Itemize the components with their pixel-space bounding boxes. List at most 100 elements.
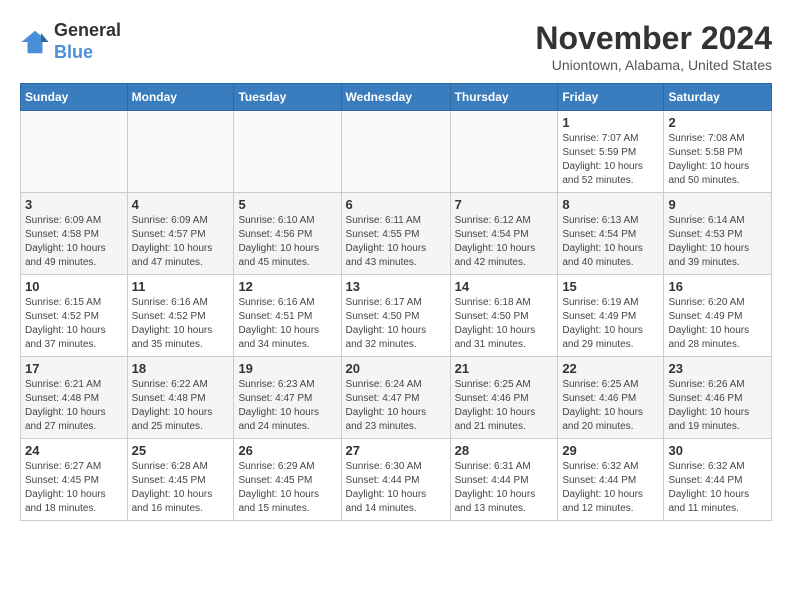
calendar-cell — [341, 111, 450, 193]
calendar-cell: 22Sunrise: 6:25 AM Sunset: 4:46 PM Dayli… — [558, 357, 664, 439]
calendar-header-saturday: Saturday — [664, 84, 772, 111]
day-number: 16 — [668, 279, 767, 294]
calendar-cell — [127, 111, 234, 193]
day-number: 8 — [562, 197, 659, 212]
calendar-cell: 2 Sunrise: 7:08 AM Sunset: 5:58 PM Daylig… — [664, 111, 772, 193]
calendar-header-thursday: Thursday — [450, 84, 558, 111]
day-number: 6 — [346, 197, 446, 212]
subtitle: Uniontown, Alabama, United States — [535, 57, 772, 73]
day-info: Sunrise: 6:16 AM Sunset: 4:52 PM Dayligh… — [132, 296, 230, 352]
logo-text: General Blue — [54, 20, 121, 63]
calendar: SundayMondayTuesdayWednesdayThursdayFrid… — [20, 83, 772, 521]
calendar-cell: 25 Sunrise: 6:28 AM Sunset: 4:45 PM Dayli… — [127, 439, 234, 521]
day-info: Sunrise: 7:07 AM Sunset: 5:59 PM Dayligh… — [562, 132, 659, 188]
calendar-cell — [450, 111, 558, 193]
day-number: 13 — [346, 279, 446, 294]
calendar-header-monday: Monday — [127, 84, 234, 111]
day-info: Sunrise: 6:16 AM Sunset: 4:51 PM Dayligh… — [238, 296, 336, 352]
day-number: 7 — [455, 197, 554, 212]
calendar-cell: 27 Sunrise: 6:30 AM Sunset: 4:44 PM Dayli… — [341, 439, 450, 521]
day-number: 18 — [132, 361, 230, 376]
calendar-cell: 19Sunrise: 6:23 AM Sunset: 4:47 PM Dayli… — [234, 357, 341, 439]
calendar-week-3: 10 Sunrise: 6:15 AM Sunset: 4:52 PM Dayli… — [21, 275, 772, 357]
day-info: Sunrise: 6:12 AM Sunset: 4:54 PM Dayligh… — [455, 214, 554, 270]
calendar-cell: 18 Sunrise: 6:22 AM Sunset: 4:48 PM Dayli… — [127, 357, 234, 439]
day-number: 3 — [25, 197, 123, 212]
day-info: Sunrise: 6:14 AM Sunset: 4:53 PM Dayligh… — [668, 214, 767, 270]
title-section: November 2024 Uniontown, Alabama, United… — [535, 20, 772, 73]
day-info: Sunrise: 6:15 AM Sunset: 4:52 PM Dayligh… — [25, 296, 123, 352]
day-number: 5 — [238, 197, 336, 212]
calendar-cell: 17Sunrise: 6:21 AM Sunset: 4:48 PM Dayli… — [21, 357, 128, 439]
calendar-header-wednesday: Wednesday — [341, 84, 450, 111]
day-number: 11 — [132, 279, 230, 294]
calendar-cell: 26 Sunrise: 6:29 AM Sunset: 4:45 PM Dayli… — [234, 439, 341, 521]
page-container: General Blue November 2024 Uniontown, Al… — [20, 20, 772, 521]
calendar-cell: 9 Sunrise: 6:14 AM Sunset: 4:53 PM Daylig… — [664, 193, 772, 275]
calendar-cell: 4Sunrise: 6:09 AM Sunset: 4:57 PM Daylig… — [127, 193, 234, 275]
calendar-header-sunday: Sunday — [21, 84, 128, 111]
main-title: November 2024 — [535, 20, 772, 57]
day-number: 10 — [25, 279, 123, 294]
day-number: 28 — [455, 443, 554, 458]
logo-icon — [20, 27, 50, 57]
calendar-cell: 13 Sunrise: 6:17 AM Sunset: 4:50 PM Dayli… — [341, 275, 450, 357]
calendar-cell: 14 Sunrise: 6:18 AM Sunset: 4:50 PM Dayli… — [450, 275, 558, 357]
day-number: 27 — [346, 443, 446, 458]
day-info: Sunrise: 7:08 AM Sunset: 5:58 PM Dayligh… — [668, 132, 767, 188]
logo: General Blue — [20, 20, 121, 63]
day-info: Sunrise: 6:09 AM Sunset: 4:57 PM Dayligh… — [132, 214, 230, 270]
day-number: 26 — [238, 443, 336, 458]
logo-line2: Blue — [54, 42, 93, 62]
day-number: 17 — [25, 361, 123, 376]
day-info: Sunrise: 6:32 AM Sunset: 4:44 PM Dayligh… — [562, 460, 659, 516]
day-info: Sunrise: 6:22 AM Sunset: 4:48 PM Dayligh… — [132, 378, 230, 434]
day-info: Sunrise: 6:09 AM Sunset: 4:58 PM Dayligh… — [25, 214, 123, 270]
day-info: Sunrise: 6:31 AM Sunset: 4:44 PM Dayligh… — [455, 460, 554, 516]
calendar-cell: 16Sunrise: 6:20 AM Sunset: 4:49 PM Dayli… — [664, 275, 772, 357]
calendar-week-4: 17Sunrise: 6:21 AM Sunset: 4:48 PM Dayli… — [21, 357, 772, 439]
day-info: Sunrise: 6:17 AM Sunset: 4:50 PM Dayligh… — [346, 296, 446, 352]
day-number: 14 — [455, 279, 554, 294]
calendar-cell: 12 Sunrise: 6:16 AM Sunset: 4:51 PM Dayli… — [234, 275, 341, 357]
day-info: Sunrise: 6:26 AM Sunset: 4:46 PM Dayligh… — [668, 378, 767, 434]
calendar-header-row: SundayMondayTuesdayWednesdayThursdayFrid… — [21, 84, 772, 111]
day-number: 19 — [238, 361, 336, 376]
day-number: 25 — [132, 443, 230, 458]
day-info: Sunrise: 6:25 AM Sunset: 4:46 PM Dayligh… — [562, 378, 659, 434]
day-info: Sunrise: 6:27 AM Sunset: 4:45 PM Dayligh… — [25, 460, 123, 516]
calendar-cell: 7 Sunrise: 6:12 AM Sunset: 4:54 PM Daylig… — [450, 193, 558, 275]
calendar-week-2: 3 Sunrise: 6:09 AM Sunset: 4:58 PM Daylig… — [21, 193, 772, 275]
calendar-cell: 21Sunrise: 6:25 AM Sunset: 4:46 PM Dayli… — [450, 357, 558, 439]
header: General Blue November 2024 Uniontown, Al… — [20, 20, 772, 73]
calendar-cell: 15Sunrise: 6:19 AM Sunset: 4:49 PM Dayli… — [558, 275, 664, 357]
calendar-week-1: 1 Sunrise: 7:07 AM Sunset: 5:59 PM Daylig… — [21, 111, 772, 193]
day-info: Sunrise: 6:30 AM Sunset: 4:44 PM Dayligh… — [346, 460, 446, 516]
calendar-cell: 28 Sunrise: 6:31 AM Sunset: 4:44 PM Dayli… — [450, 439, 558, 521]
day-info: Sunrise: 6:28 AM Sunset: 4:45 PM Dayligh… — [132, 460, 230, 516]
day-number: 2 — [668, 115, 767, 130]
day-info: Sunrise: 6:25 AM Sunset: 4:46 PM Dayligh… — [455, 378, 554, 434]
day-number: 1 — [562, 115, 659, 130]
day-info: Sunrise: 6:18 AM Sunset: 4:50 PM Dayligh… — [455, 296, 554, 352]
day-info: Sunrise: 6:29 AM Sunset: 4:45 PM Dayligh… — [238, 460, 336, 516]
calendar-cell: 1 Sunrise: 7:07 AM Sunset: 5:59 PM Daylig… — [558, 111, 664, 193]
day-number: 20 — [346, 361, 446, 376]
day-number: 24 — [25, 443, 123, 458]
day-number: 9 — [668, 197, 767, 212]
calendar-week-5: 24 Sunrise: 6:27 AM Sunset: 4:45 PM Dayli… — [21, 439, 772, 521]
day-info: Sunrise: 6:24 AM Sunset: 4:47 PM Dayligh… — [346, 378, 446, 434]
day-number: 30 — [668, 443, 767, 458]
calendar-cell: 20 Sunrise: 6:24 AM Sunset: 4:47 PM Dayli… — [341, 357, 450, 439]
calendar-cell: 8Sunrise: 6:13 AM Sunset: 4:54 PM Daylig… — [558, 193, 664, 275]
day-number: 12 — [238, 279, 336, 294]
calendar-cell: 30Sunrise: 6:32 AM Sunset: 4:44 PM Dayli… — [664, 439, 772, 521]
calendar-header-tuesday: Tuesday — [234, 84, 341, 111]
calendar-cell: 3 Sunrise: 6:09 AM Sunset: 4:58 PM Daylig… — [21, 193, 128, 275]
calendar-cell: 6 Sunrise: 6:11 AM Sunset: 4:55 PM Daylig… — [341, 193, 450, 275]
calendar-cell: 23Sunrise: 6:26 AM Sunset: 4:46 PM Dayli… — [664, 357, 772, 439]
day-number: 29 — [562, 443, 659, 458]
calendar-cell: 5 Sunrise: 6:10 AM Sunset: 4:56 PM Daylig… — [234, 193, 341, 275]
day-info: Sunrise: 6:10 AM Sunset: 4:56 PM Dayligh… — [238, 214, 336, 270]
day-info: Sunrise: 6:11 AM Sunset: 4:55 PM Dayligh… — [346, 214, 446, 270]
